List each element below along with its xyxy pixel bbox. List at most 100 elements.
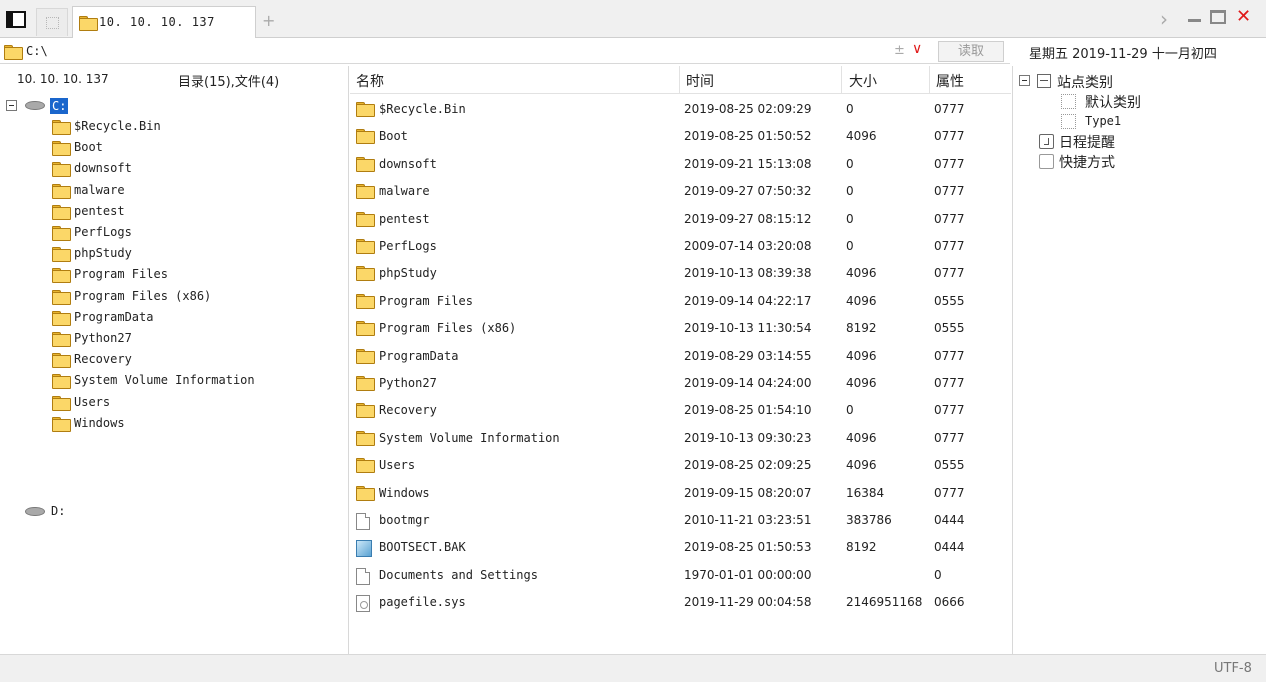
date-text: 星期五 2019-11-29 十一月初四: [1029, 47, 1217, 62]
folder-icon: [79, 16, 98, 31]
folder-icon: [52, 374, 71, 390]
table-row[interactable]: Python27 2019-09-14 04:24:00 4096 0777: [350, 371, 1011, 398]
cell-name[interactable]: pagefile.sys: [379, 595, 466, 609]
blank-tab[interactable]: [36, 8, 68, 36]
category-label[interactable]: 默认类别: [1085, 92, 1141, 112]
tree-item-label[interactable]: Windows: [74, 416, 125, 430]
maximize-button[interactable]: [1210, 10, 1226, 24]
cell-name[interactable]: ProgramData: [379, 349, 458, 363]
directory-tree: 10. 10. 10. 137 目录(15),文件(4) C: $Recycle…: [0, 66, 349, 654]
cell-name[interactable]: phpStudy: [379, 266, 437, 280]
cell-name[interactable]: Boot: [379, 129, 408, 143]
category-title[interactable]: 站点类别: [1057, 72, 1113, 92]
path-input[interactable]: C:\: [26, 44, 48, 58]
panel-toggle-icon[interactable]: [6, 11, 26, 28]
table-row[interactable]: downsoft 2019-09-21 15:13:08 0 0777: [350, 152, 1011, 179]
header-attr[interactable]: 属性: [936, 71, 964, 91]
tree-item-label[interactable]: Python27: [74, 331, 132, 345]
minimize-button[interactable]: [1188, 19, 1201, 22]
folder-icon: [52, 395, 71, 411]
shortcut-label[interactable]: 快捷方式: [1059, 152, 1115, 172]
tree-item-label[interactable]: Boot: [74, 140, 103, 154]
drive-c-label[interactable]: C:: [50, 98, 69, 114]
table-row[interactable]: Program Files 2019-09-14 04:22:17 4096 0555: [350, 289, 1011, 316]
drive-icon: [25, 507, 45, 516]
cell-name[interactable]: $Recycle.Bin: [379, 102, 466, 116]
column-divider[interactable]: [929, 66, 930, 94]
cell-name[interactable]: System Volume Information: [379, 431, 560, 445]
tree-item-label[interactable]: downsoft: [74, 161, 132, 175]
table-row[interactable]: bootmgr 2010-11-21 03:23:51 383786 0444: [350, 508, 1011, 535]
cell-name[interactable]: Windows: [379, 486, 430, 500]
tree-item-label[interactable]: Program Files (x86): [74, 289, 211, 303]
dropdown-icon[interactable]: ∨: [912, 41, 922, 57]
cell-size: 8192: [846, 540, 877, 555]
tree-item-label[interactable]: Recovery: [74, 352, 132, 366]
table-row[interactable]: ProgramData 2019-08-29 03:14:55 4096 0777: [350, 344, 1011, 371]
folder-icon: [52, 120, 71, 135]
table-row[interactable]: pentest 2019-09-27 08:15:12 0 0777: [350, 207, 1011, 234]
cell-name[interactable]: Python27: [379, 376, 437, 390]
tree-item-label[interactable]: ProgramData: [74, 310, 153, 324]
drive-d-label[interactable]: D:: [51, 504, 65, 518]
cell-name[interactable]: Documents and Settings: [379, 568, 538, 582]
table-row[interactable]: Boot 2019-08-25 01:50:52 4096 0777: [350, 124, 1011, 151]
tree-item-label[interactable]: System Volume Information: [74, 373, 255, 387]
cell-name[interactable]: PerfLogs: [379, 239, 437, 253]
tree-item-label[interactable]: $Recycle.Bin: [74, 119, 161, 133]
header-name[interactable]: 名称: [356, 71, 384, 91]
next-icon[interactable]: ›: [1160, 7, 1168, 31]
cell-attr: 0444: [934, 540, 965, 555]
tree-item-label[interactable]: Program Files: [74, 267, 168, 281]
cell-name[interactable]: Recovery: [379, 403, 437, 417]
table-row[interactable]: $Recycle.Bin 2019-08-25 02:09:29 0 0777: [350, 97, 1011, 124]
table-row[interactable]: Users 2019-08-25 02:09:25 4096 0555: [350, 453, 1011, 480]
plus-minus-icon[interactable]: ±: [894, 43, 905, 58]
read-button[interactable]: 读取: [938, 41, 1004, 62]
cell-name[interactable]: Program Files (x86): [379, 321, 516, 335]
folder-icon: [52, 141, 71, 157]
cell-name[interactable]: BOOTSECT.BAK: [379, 540, 466, 554]
tree-item-label[interactable]: malware: [74, 183, 125, 197]
schedule-label[interactable]: 日程提醒: [1059, 132, 1115, 152]
collapse-icon[interactable]: [1019, 75, 1030, 86]
cell-name[interactable]: bootmgr: [379, 513, 430, 527]
cell-attr: 0777: [934, 211, 965, 226]
cell-name[interactable]: pentest: [379, 212, 430, 226]
table-row[interactable]: System Volume Information 2019-10-13 09:3…: [350, 426, 1011, 453]
table-row[interactable]: pagefile.sys 2019-11-29 00:04:58 214695116…: [350, 590, 1011, 617]
tab-host[interactable]: 10. 10. 10. 137: [72, 6, 256, 38]
collapse-icon[interactable]: [6, 100, 17, 111]
header-time[interactable]: 时间: [686, 71, 714, 91]
folder-icon: [356, 293, 375, 309]
cell-time: 2019-08-25 02:09:29: [684, 102, 812, 116]
folder-icon: [52, 204, 71, 220]
column-divider[interactable]: [841, 66, 842, 94]
close-button[interactable]: ✕: [1236, 6, 1251, 27]
table-row[interactable]: malware 2019-09-27 07:50:32 0 0777: [350, 179, 1011, 206]
table-row[interactable]: Windows 2019-09-15 08:20:07 16384 0777: [350, 481, 1011, 508]
cell-name[interactable]: Users: [379, 458, 415, 472]
add-tab-button[interactable]: +: [262, 11, 275, 30]
table-row[interactable]: Program Files (x86) 2019-10-13 11:30:54 81…: [350, 316, 1011, 343]
column-divider[interactable]: [679, 66, 680, 94]
cell-time: 2019-08-25 02:09:25: [684, 458, 812, 473]
tree-item-label[interactable]: pentest: [74, 204, 125, 218]
tree-item-label[interactable]: phpStudy: [74, 246, 132, 260]
category-label[interactable]: Type1: [1085, 114, 1121, 128]
tab-label: 10. 10. 10. 137: [99, 15, 215, 29]
cell-name[interactable]: Program Files: [379, 294, 473, 308]
encoding-label[interactable]: UTF-8: [1214, 661, 1252, 676]
table-row[interactable]: Documents and Settings 1970-01-01 00:00:0…: [350, 563, 1011, 590]
table-row[interactable]: PerfLogs 2009-07-14 03:20:08 0 0777: [350, 234, 1011, 261]
header-size[interactable]: 大小: [849, 71, 877, 91]
cell-name[interactable]: downsoft: [379, 157, 437, 171]
tree-item-label[interactable]: PerfLogs: [74, 225, 132, 239]
table-row[interactable]: Recovery 2019-08-25 01:54:10 0 0777: [350, 398, 1011, 425]
table-row[interactable]: BOOTSECT.BAK 2019-08-25 01:50:53 8192 0444: [350, 535, 1011, 562]
tree-item-label[interactable]: Users: [74, 395, 110, 409]
table-row[interactable]: phpStudy 2019-10-13 08:39:38 4096 0777: [350, 261, 1011, 288]
cell-name[interactable]: malware: [379, 184, 430, 198]
cell-size: 4096: [846, 348, 877, 363]
cell-size: 4096: [846, 293, 877, 308]
